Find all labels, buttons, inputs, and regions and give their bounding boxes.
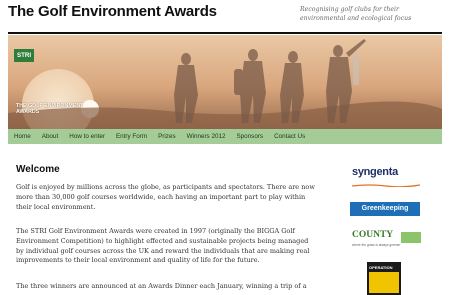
sponsor-syngenta-logo[interactable]: syngenta — [352, 166, 398, 178]
nav-item-entry-form[interactable]: Entry Form — [110, 133, 152, 140]
intro-paragraph: Golf is enjoyed by millions across the g… — [16, 183, 315, 211]
banner-graphic — [8, 35, 442, 130]
county-turf-icon — [401, 232, 421, 243]
syngenta-swoosh-icon — [352, 184, 420, 187]
banner-award-text: THE GOLF ENVIRONMENT AWARDS — [16, 103, 84, 116]
nav-item-prizes[interactable]: Prizes — [152, 133, 181, 140]
page-heading: Welcome — [16, 164, 60, 175]
site-title: The Golf Environment Awards — [8, 3, 217, 20]
nav-item-contact-us[interactable]: Contact Us — [268, 133, 310, 140]
nav-item-how-to-enter[interactable]: How to enter — [63, 133, 110, 140]
nav-item-sponsors[interactable]: Sponsors — [230, 133, 268, 140]
header-divider — [8, 32, 442, 34]
winners-paragraph: The three winners are announced at an Aw… — [16, 282, 307, 290]
nav-item-home[interactable]: Home — [8, 133, 36, 140]
nav-item-winners-2012[interactable]: Winners 2012 — [181, 133, 231, 140]
operation-image-icon — [369, 272, 399, 293]
banner-image: STRI THE GOLF ENVIRONMENT AWARDS — [8, 35, 442, 130]
stri-logo: STRI — [14, 49, 34, 62]
nav-item-about[interactable]: About — [36, 133, 63, 140]
history-paragraph: The STRI Golf Environment Awards were cr… — [16, 227, 310, 265]
county-tagline: where the grass is always greener — [352, 243, 401, 247]
site-tagline: Recognising golf clubs for their environ… — [300, 6, 412, 22]
main-nav: Home About How to enter Entry Form Prize… — [8, 129, 442, 144]
sponsor-county-logo[interactable]: COUNTY — [352, 230, 393, 240]
sponsor-greenkeeping-logo[interactable]: Greenkeeping — [350, 202, 420, 216]
operation-label: OPERATION — [369, 265, 393, 270]
